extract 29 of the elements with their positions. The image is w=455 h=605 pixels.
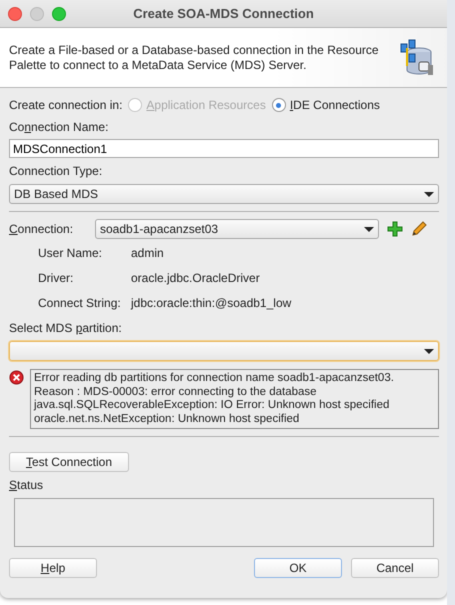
field-label: Connection Type: (9, 164, 102, 178)
connection-type-dropdown[interactable]: DB Based MDS (9, 184, 439, 204)
dialog-button[interactable]: OK (254, 558, 342, 578)
window-title: Create SOA-MDS Connection (133, 6, 314, 21)
detail-value: jdbc:oracle:thin:@soadb1_low (131, 296, 292, 310)
detail-value: oracle.jdbc.OracleDriver (131, 270, 260, 284)
dialog-button[interactable]: Cancel (351, 558, 439, 578)
dialog-button[interactable]: Help (9, 558, 97, 578)
radio-option[interactable]: IDE Connections (272, 98, 380, 112)
connection-dropdown[interactable]: soadb1-apacanzset03 (95, 219, 379, 239)
detail-label: Connect String: (38, 296, 122, 310)
detail-value: admin (131, 246, 164, 260)
field-label: Create connection in: (9, 98, 122, 112)
zoom-button[interactable] (52, 6, 66, 20)
field-label: Connection: (9, 222, 74, 236)
detail-label: User Name: (38, 246, 104, 260)
pencil-icon[interactable] (411, 221, 427, 237)
description-text: Create a File-based or a Database-based connection in the Resource Palette to connect to a MetaData Service (MDS) Server. (9, 42, 380, 72)
add-icon[interactable] (387, 221, 403, 237)
field-label: Connection Name: (9, 120, 108, 134)
test-connection-button[interactable]: Test Connection (9, 452, 129, 472)
detail-label: Driver: (38, 270, 74, 284)
field-label: Select MDS partition: (9, 321, 122, 335)
status-label: Status (9, 478, 44, 492)
error-message: Error reading db partitions for connection name soadb1-apacanzset03. Reason : MDS-00003: error connecting to the database java.sql.SQLRecoverableException: IO Error: Unknown host specified oracle.net.ns.NetException: Unknown host specified (30, 369, 439, 429)
close-button[interactable] (8, 6, 22, 20)
mds-partition-dropdown[interactable] (9, 341, 439, 361)
connection-name-field[interactable]: MDSConnection1 (9, 139, 439, 158)
error-icon (9, 370, 24, 385)
